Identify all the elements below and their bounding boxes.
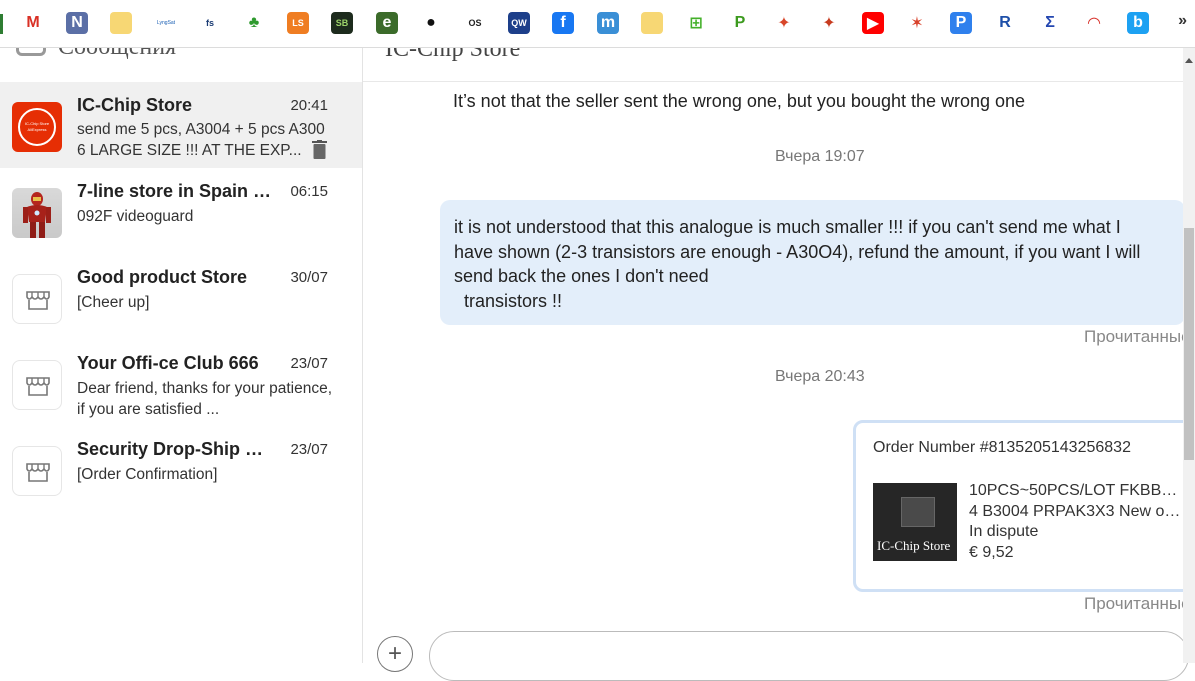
folder-icon[interactable] xyxy=(110,12,132,34)
store-avatar xyxy=(12,188,62,238)
order-price: € 9,52 xyxy=(969,543,1014,561)
windows-icon[interactable]: ⊞ xyxy=(685,12,707,34)
lyngsat-icon[interactable]: LyngSat xyxy=(155,12,177,34)
chat-title: IC-Chip Store xyxy=(385,48,521,62)
order-number: Order Number #8135205143256832 xyxy=(873,439,1131,456)
conversation-name: Your Offi-ce Club 666 xyxy=(77,353,259,373)
gauge-icon[interactable]: ◠ xyxy=(1083,12,1105,34)
facebook-icon[interactable]: f xyxy=(552,12,574,34)
bubble-line: it is not understood that this analogue … xyxy=(454,217,1121,237)
r-icon[interactable]: R xyxy=(994,12,1016,34)
conversation-item-good-product-store[interactable]: Good product Store 30/07 [Cheer up] xyxy=(0,254,362,340)
store-icon xyxy=(26,463,50,482)
image-watermark: IC-Chip Store xyxy=(877,538,951,553)
bird-icon[interactable]: ✦ xyxy=(773,12,795,34)
store-avatar xyxy=(12,360,62,410)
sigma-icon[interactable]: Σ xyxy=(1039,12,1061,34)
oscam-icon[interactable]: OS xyxy=(464,12,486,34)
bubble-line: have shown (2-3 transistors are enough -… xyxy=(454,241,1141,262)
conversation-preview: 092F videoguard xyxy=(77,208,194,225)
conversation-time: 30/07 xyxy=(290,269,328,286)
chat-panel: IC-Chip Store It’s not that the seller s… xyxy=(363,48,1193,663)
store-avatar: IC-Chip Store AliExpress xyxy=(12,102,62,152)
conversation-list-panel: Сообщения IC-Chip Store AliExpress IC-Ch… xyxy=(0,48,363,663)
avatar-brand-label: AliExpress xyxy=(27,127,47,132)
bubble-line: send back the ones I don't need xyxy=(454,266,709,286)
order-status: In dispute xyxy=(969,523,1039,540)
store-avatar xyxy=(12,446,62,496)
circle-m-icon[interactable]: m xyxy=(597,12,619,34)
trash-icon[interactable] xyxy=(312,140,327,159)
conversation-item-7-line-store[interactable]: 7-line store in Spain … 06:15 092F video… xyxy=(0,168,362,254)
add-attachment-button[interactable]: + xyxy=(377,636,413,672)
conversation-time: 23/07 xyxy=(290,441,328,458)
order-card[interactable]: Order Number #8135205143256832 IC-Chip S… xyxy=(853,420,1193,592)
read-receipt: Прочитанные xyxy=(1084,327,1191,346)
conversation-name: Good product Store xyxy=(77,267,247,287)
penguin-icon[interactable]: ● xyxy=(420,12,442,34)
conversation-item-ic-chip-store[interactable]: IC-Chip Store AliExpress IC-Chip Store 2… xyxy=(0,82,362,168)
messages-header: Сообщения xyxy=(0,48,363,82)
p-blue-icon[interactable]: P xyxy=(950,12,972,34)
gmail-icon[interactable]: M xyxy=(22,12,44,34)
sb-icon[interactable]: SB xyxy=(331,12,353,34)
fs-icon[interactable]: fs xyxy=(199,12,221,34)
seller-message: It’s not that the seller sent the wrong … xyxy=(453,91,1026,111)
chip-icon xyxy=(901,497,935,527)
b-icon[interactable]: b xyxy=(1127,12,1149,34)
bookmarks-more-button[interactable]: » xyxy=(1178,12,1187,30)
scrollbar[interactable] xyxy=(1183,48,1195,663)
profile-icon[interactable]: N xyxy=(66,12,88,34)
conversation-time: 20:41 xyxy=(290,97,328,114)
date-separator: Вчера 20:43 xyxy=(775,368,865,385)
date-separator: Вчера 19:07 xyxy=(775,148,865,165)
messages-icon xyxy=(16,48,46,56)
my-message-bubble: it is not understood that this analogue … xyxy=(440,200,1185,325)
qw-icon[interactable]: QW xyxy=(508,12,530,34)
message-input[interactable] xyxy=(429,631,1189,681)
product-title-line: 4 B3004 PRPAK3X3 New original xyxy=(969,502,1184,520)
scroll-up-arrow-icon[interactable] xyxy=(1185,58,1193,63)
ls-icon[interactable]: LS xyxy=(287,12,309,34)
conversation-preview: send me 5 pcs, A3004 + 5 pcs A3006 LARGE… xyxy=(77,121,325,159)
messages-title: Сообщения xyxy=(58,48,176,61)
conversation-name: Security Drop-Ship … xyxy=(77,439,264,459)
p-green-icon[interactable]: P xyxy=(729,12,751,34)
clover-icon[interactable]: ♣ xyxy=(243,12,265,34)
aliexpress-logo-icon: IC-Chip Store AliExpress xyxy=(18,108,56,146)
youtube-icon[interactable]: ▶ xyxy=(862,12,884,34)
product-title-line: 10PCS~50PCS/LOT FKBB3004 xyxy=(969,482,1184,499)
conversation-time: 23/07 xyxy=(290,355,328,372)
read-receipt: Прочитанные xyxy=(1084,594,1191,613)
bookmark-edge-icon[interactable] xyxy=(0,14,3,34)
conversation-name: 7-line store in Spain … xyxy=(77,181,272,201)
bird2-icon[interactable]: ✦ xyxy=(818,12,840,34)
conversation-preview: Dear friend, thanks for your patience, i… xyxy=(77,380,333,418)
conversation-name: IC-Chip Store xyxy=(77,95,192,115)
e-icon[interactable]: e xyxy=(376,12,398,34)
bubble-line: transistors !! xyxy=(464,290,563,311)
product-image[interactable]: IC-Chip Store xyxy=(873,483,957,561)
product-title[interactable]: 10PCS~50PCS/LOT FKBB3004 4 B3004 PRPAK3X… xyxy=(969,481,1184,522)
folder2-icon[interactable] xyxy=(641,12,663,34)
product-info: 10PCS~50PCS/LOT FKBB3004 4 B3004 PRPAK3X… xyxy=(969,481,1184,563)
store-avatar xyxy=(12,274,62,324)
chat-header: IC-Chip Store xyxy=(363,48,1183,82)
bookmarks-bar: M N LyngSat fs ♣ LS SB e ● OS QW f m ⊞ P ✦ ✦ ▶ ✶ P R Σ ◠ b » xyxy=(0,0,1195,48)
conversation-preview: [Order Confirmation] xyxy=(77,466,218,483)
store-icon xyxy=(26,291,50,310)
store-icon xyxy=(26,377,50,396)
iron-man-avatar-icon xyxy=(23,192,51,238)
conversation-time: 06:15 xyxy=(290,183,328,200)
conversation-item-security-drop-ship[interactable]: Security Drop-Ship … 23/07 [Order Confir… xyxy=(0,426,362,512)
conversation-item-your-office-club[interactable]: Your Offi-ce Club 666 23/07 Dear friend,… xyxy=(0,340,362,426)
conversation-preview: [Cheer up] xyxy=(77,294,150,311)
star-icon[interactable]: ✶ xyxy=(906,12,928,34)
scroll-thumb[interactable] xyxy=(1184,228,1194,460)
